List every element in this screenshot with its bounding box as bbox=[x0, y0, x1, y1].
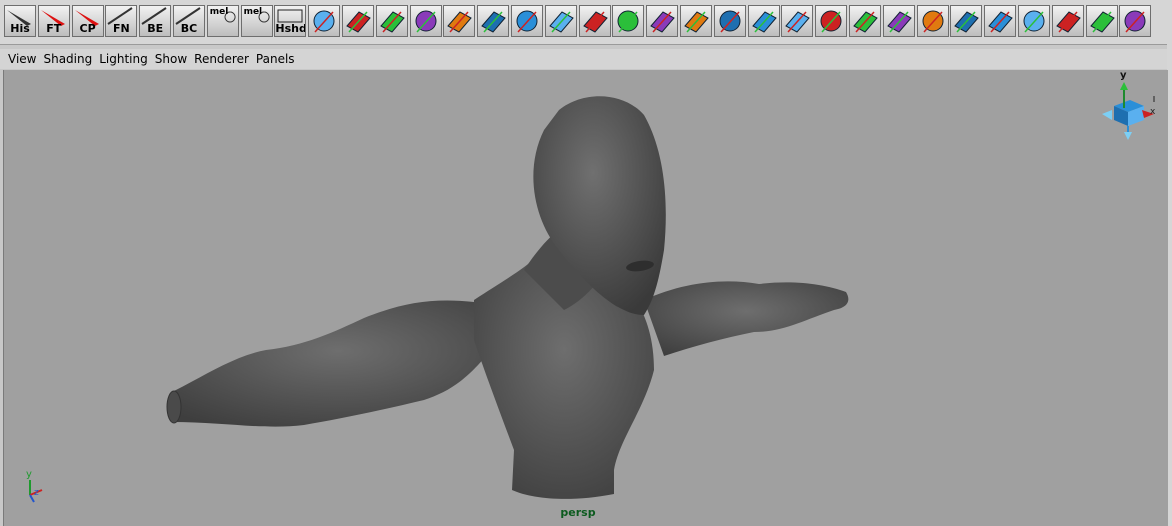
shelf-button-loft-icon[interactable] bbox=[443, 5, 476, 37]
shelf-button-cut-curve-icon[interactable] bbox=[341, 5, 374, 37]
planar-surface-icon bbox=[516, 10, 538, 33]
shelf-button-ep-curve-icon[interactable] bbox=[409, 5, 442, 37]
shelf-button-boolean-icon[interactable] bbox=[612, 5, 645, 37]
camera-name-label: persp bbox=[560, 506, 596, 519]
shelf-button-freeze-transform-icon[interactable]: FT bbox=[37, 5, 70, 37]
shelf-button-label: His bbox=[10, 22, 30, 35]
duplicate-surface-icon bbox=[1023, 10, 1045, 33]
cv-curve-icon bbox=[379, 11, 405, 33]
curve-tool-icon bbox=[313, 10, 335, 33]
shelf-button-planar-surface-icon[interactable] bbox=[510, 5, 543, 37]
shelf-button-trim-tool-icon[interactable] bbox=[646, 5, 679, 37]
shelf-button-mel-script-icon[interactable]: mel bbox=[206, 5, 239, 37]
menu-shading[interactable]: Shading bbox=[41, 52, 97, 66]
shelf-button-surface-pieces-icon[interactable] bbox=[984, 5, 1017, 37]
shelf-button-hide-shading-icon[interactable]: Hshd bbox=[274, 5, 307, 37]
ep-curve-icon bbox=[415, 10, 437, 33]
shelf-button-label: BE bbox=[147, 22, 164, 35]
axis-indicator-z: z bbox=[34, 488, 39, 498]
insert-isoparm-icon bbox=[785, 11, 811, 33]
rebuild-surface-icon bbox=[751, 11, 777, 33]
nurbs-sphere-icon bbox=[1055, 11, 1081, 33]
axis-label-y: y bbox=[1120, 70, 1127, 81]
loft-icon bbox=[447, 11, 473, 33]
character-model[interactable] bbox=[166, 96, 849, 499]
shelf-button-nurbs-sphere-icon[interactable] bbox=[1051, 5, 1084, 37]
extrude-surface-icon bbox=[548, 11, 574, 33]
shelf-button-sculpt-sphere-icon[interactable] bbox=[882, 5, 915, 37]
shelf-button-duplicate-surface-icon[interactable] bbox=[1017, 5, 1050, 37]
menu-renderer[interactable]: Renderer bbox=[192, 52, 254, 66]
cut-curve-icon bbox=[346, 11, 371, 33]
shelf-button-nurbs-cylinder-icon[interactable] bbox=[1085, 5, 1118, 37]
shelf-button-attach-surfaces-icon[interactable] bbox=[713, 5, 746, 37]
shelf-button-extrude-surface-icon[interactable] bbox=[544, 5, 577, 37]
shelf-button-label: Hshd bbox=[275, 22, 307, 35]
shelf-button-insert-isoparm-icon[interactable] bbox=[781, 5, 814, 37]
shelf-button-face-normals-icon[interactable]: FN bbox=[105, 5, 138, 37]
panel-menu-bar: View Shading Lighting Show Renderer Pane… bbox=[0, 49, 1172, 69]
shelf-button-nurbs-sphere-deform-icon[interactable] bbox=[916, 5, 949, 37]
shelf-button-lattice-icon[interactable] bbox=[815, 5, 848, 37]
shelf-button-label: FT bbox=[46, 22, 62, 35]
shelf-button-surface-patch-icon[interactable] bbox=[578, 5, 611, 37]
attach-surfaces-icon bbox=[719, 10, 741, 33]
shelf-button-cv-curve-icon[interactable] bbox=[375, 5, 408, 37]
shelf-button-soft-mod-icon[interactable] bbox=[848, 5, 881, 37]
surface-patch-icon bbox=[582, 11, 608, 33]
sphere-split-icon bbox=[954, 11, 980, 33]
menu-show[interactable]: Show bbox=[153, 52, 192, 66]
lattice-icon bbox=[820, 10, 842, 33]
axis-indicator-y: y bbox=[26, 469, 32, 480]
shelf-button-rebuild-surface-icon[interactable] bbox=[747, 5, 780, 37]
shelf-button-mel-script-icon[interactable]: mel bbox=[240, 5, 273, 37]
shelf-toolbar: His FT CP FN BE BC mel mel Hshd bbox=[0, 0, 1172, 45]
shelf-button-label: BC bbox=[180, 22, 198, 35]
shelf-button-nurbs-plane-icon[interactable] bbox=[1119, 5, 1152, 37]
shelf-button-history-icon[interactable]: His bbox=[4, 5, 36, 37]
shelf-button-bevel-icon[interactable] bbox=[679, 5, 712, 37]
nurbs-plane-icon bbox=[1124, 10, 1146, 33]
menu-view[interactable]: View bbox=[0, 52, 41, 66]
svg-text:x: x bbox=[1150, 107, 1156, 117]
revolve-icon bbox=[481, 11, 506, 33]
menu-lighting[interactable]: Lighting bbox=[97, 52, 153, 66]
shelf-button-label: mel bbox=[243, 7, 263, 17]
shelf-button-label: mel bbox=[209, 7, 229, 17]
shelf-button-curve-tool-icon[interactable] bbox=[308, 5, 341, 37]
soft-mod-icon bbox=[853, 11, 878, 33]
view-cube-icon[interactable]: x bbox=[1102, 82, 1156, 140]
shelf-button-center-pivot-icon[interactable]: CP bbox=[71, 5, 104, 37]
surface-pieces-icon bbox=[988, 11, 1013, 33]
nurbs-cylinder-icon bbox=[1089, 11, 1115, 33]
perspective-viewport[interactable]: x y y z bbox=[3, 70, 1168, 526]
boolean-icon bbox=[617, 10, 639, 33]
trim-tool-icon bbox=[650, 11, 675, 33]
menu-panels[interactable]: Panels bbox=[254, 52, 300, 66]
shelf-button-sphere-split-icon[interactable] bbox=[950, 5, 983, 37]
shelf-button-revolve-icon[interactable] bbox=[477, 5, 510, 37]
shelf-button-border-edges-icon[interactable]: BE bbox=[139, 5, 172, 37]
bevel-icon bbox=[684, 11, 709, 33]
nurbs-sphere-deform-icon bbox=[922, 10, 944, 33]
shelf-button-label: CP bbox=[79, 22, 96, 35]
shelf-button-label: FN bbox=[113, 22, 130, 35]
shelf-buttons: His FT CP FN BE BC mel mel Hshd bbox=[4, 5, 1153, 39]
sculpt-sphere-icon bbox=[886, 11, 912, 33]
shelf-button-backface-culling-icon[interactable]: BC bbox=[172, 5, 205, 37]
